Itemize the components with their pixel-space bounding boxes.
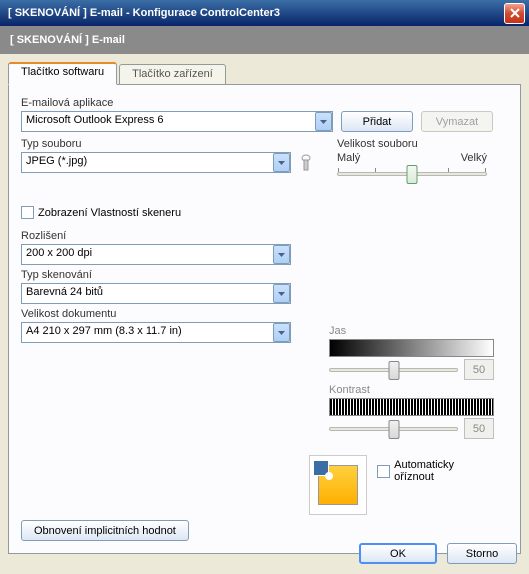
doc-size-value: A4 210 x 297 mm (8.3 x 11.7 in) <box>21 322 291 343</box>
restore-defaults-button[interactable]: Obnovení implicitních hodnot <box>21 520 189 541</box>
chevron-down-icon <box>278 292 285 296</box>
tab-software-label: Tlačítko softwaru <box>21 66 104 78</box>
dropdown-button[interactable] <box>315 112 332 131</box>
dropdown-button[interactable] <box>273 153 290 172</box>
window-title: [ SKENOVÁNÍ ] E-mail - Konfigurace Contr… <box>8 7 504 19</box>
doc-size-combo[interactable]: A4 210 x 297 mm (8.3 x 11.7 in) <box>21 322 291 343</box>
file-size-thumb[interactable] <box>407 165 418 184</box>
show-scanner-label: Zobrazení Vlastností skeneru <box>38 207 181 219</box>
scan-type-combo[interactable]: Barevná 24 bitů <box>21 283 291 304</box>
chevron-down-icon <box>278 253 285 257</box>
thumbnail-image-icon <box>318 465 358 505</box>
close-icon <box>510 8 520 18</box>
auto-crop-label: Automaticky oříznout <box>394 459 494 483</box>
dropdown-button[interactable] <box>273 284 290 303</box>
dropdown-button[interactable] <box>273 245 290 264</box>
auto-crop-checkbox[interactable]: Automaticky oříznout <box>377 459 494 483</box>
titlebar: [ SKENOVÁNÍ ] E-mail - Konfigurace Contr… <box>0 0 529 26</box>
brightness-thumb[interactable] <box>388 361 399 380</box>
cancel-button[interactable]: Storno <box>447 543 517 564</box>
brightness-label: Jas <box>329 325 494 337</box>
contrast-pattern-icon <box>329 398 494 416</box>
contrast-value: 50 <box>464 418 494 439</box>
email-app-combo[interactable]: Microsoft Outlook Express 6 <box>21 111 333 132</box>
tab-device-label: Tlačítko zařízení <box>132 68 213 80</box>
delete-button: Vymazat <box>421 111 493 132</box>
checkbox-box-icon <box>21 206 34 219</box>
contrast-slider[interactable] <box>329 427 458 431</box>
brightness-value: 50 <box>464 359 494 380</box>
tab-strip: Tlačítko softwaru Tlačítko zařízení <box>8 62 521 84</box>
subheader-text: [ SKENOVÁNÍ ] E-mail <box>10 34 125 46</box>
file-size-slider[interactable] <box>337 172 487 176</box>
contrast-label: Kontrast <box>329 384 494 396</box>
preview-thumbnail <box>309 455 367 515</box>
doc-size-label: Velikost dokumentu <box>21 308 317 320</box>
contrast-thumb[interactable] <box>388 420 399 439</box>
scan-type-value: Barevná 24 bitů <box>21 283 291 304</box>
chevron-down-icon <box>278 161 285 165</box>
resolution-combo[interactable]: 200 x 200 dpi <box>21 244 291 265</box>
resolution-value: 200 x 200 dpi <box>21 244 291 265</box>
scanner-settings-icon[interactable] <box>299 153 313 173</box>
brightness-slider[interactable] <box>329 368 458 372</box>
tab-software[interactable]: Tlačítko softwaru <box>8 62 117 85</box>
file-size-small-label: Malý <box>337 152 360 164</box>
close-button[interactable] <box>504 3 525 24</box>
scan-type-label: Typ skenování <box>21 269 317 281</box>
dialog-footer: OK Storno <box>359 543 517 564</box>
checkbox-box-icon <box>377 465 390 478</box>
subheader: [ SKENOVÁNÍ ] E-mail <box>0 26 529 54</box>
brightness-gradient-icon <box>329 339 494 357</box>
dropdown-button[interactable] <box>273 323 290 342</box>
add-button[interactable]: Přidat <box>341 111 413 132</box>
chevron-down-icon <box>278 331 285 335</box>
file-type-label: Typ souboru <box>21 138 317 150</box>
file-type-value: JPEG (*.jpg) <box>21 152 291 173</box>
tab-panel: E-mailová aplikace Microsoft Outlook Exp… <box>8 84 521 554</box>
ok-button[interactable]: OK <box>359 543 437 564</box>
email-app-label: E-mailová aplikace <box>21 97 508 109</box>
file-type-combo[interactable]: JPEG (*.jpg) <box>21 152 291 173</box>
tab-device[interactable]: Tlačítko zařízení <box>119 64 226 84</box>
resolution-label: Rozlišení <box>21 230 317 242</box>
email-app-value: Microsoft Outlook Express 6 <box>21 111 333 132</box>
chevron-down-icon <box>320 120 327 124</box>
file-size-label: Velikost souboru <box>337 138 487 150</box>
content: Tlačítko softwaru Tlačítko zařízení E-ma… <box>0 54 529 562</box>
file-size-large-label: Velký <box>461 152 487 164</box>
show-scanner-checkbox[interactable]: Zobrazení Vlastností skeneru <box>21 206 181 219</box>
